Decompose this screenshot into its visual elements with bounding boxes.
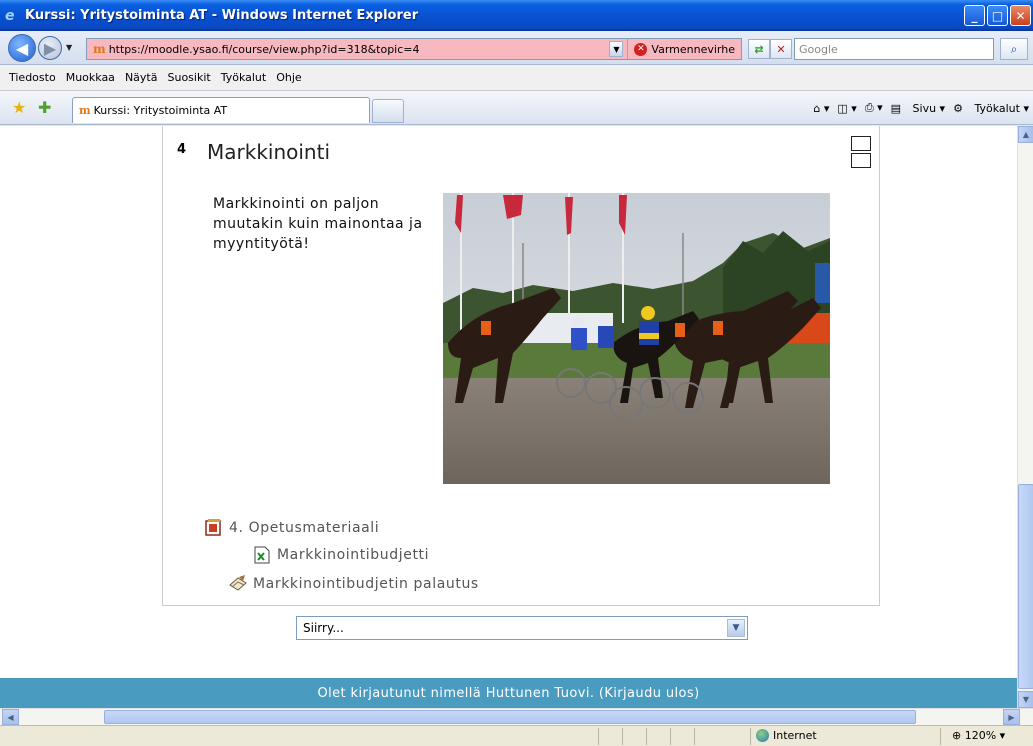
window-titlebar: e Kurssi: Yritystoiminta AT - Windows In…: [0, 0, 1033, 31]
status-divider: [670, 728, 671, 745]
back-button[interactable]: ◀: [8, 34, 36, 62]
status-divider: [646, 728, 647, 745]
refresh-icon: ⇄: [754, 42, 764, 56]
zoom-level: 120%: [964, 729, 997, 742]
ie-logo-icon: e: [5, 7, 15, 24]
zoom-control[interactable]: ⊕ 120% ▾: [952, 729, 1005, 742]
jump-to-select[interactable]: Siirry... ▼: [296, 616, 748, 640]
tab-label: Kurssi: Yritystoiminta AT: [93, 104, 228, 117]
minimize-button[interactable]: _: [964, 5, 985, 26]
search-icon: ⌕: [1010, 41, 1018, 56]
address-bar[interactable]: m https://moodle.ysao.fi/course/view.php…: [86, 38, 742, 60]
chevron-down-icon[interactable]: ▼: [727, 619, 745, 637]
harness-racing-photo: [443, 193, 830, 484]
page-viewport: 4 Markkinointi Markkinointi on paljon mu…: [0, 126, 1017, 708]
forward-arrow-icon: ▶: [43, 38, 57, 58]
new-tab-button[interactable]: [372, 99, 404, 123]
moodle-favicon-icon: m: [93, 42, 106, 56]
security-zone[interactable]: Internet: [756, 729, 817, 742]
minimize-icon: _: [971, 8, 978, 23]
login-info-footer: Olet kirjautunut nimellä Huttunen Tuovi.…: [0, 678, 1017, 708]
square-bottom-icon: [851, 153, 871, 168]
moodle-tab-favicon-icon: m: [79, 104, 91, 117]
add-favorite-icon[interactable]: ✚: [38, 98, 51, 117]
chevron-down-icon[interactable]: ▾: [1000, 729, 1006, 742]
square-top-icon: [851, 136, 871, 151]
status-divider: [940, 728, 941, 745]
search-button[interactable]: ⌕: [1000, 38, 1028, 60]
assignment-icon: [229, 575, 247, 591]
course-section: 4 Markkinointi Markkinointi on paljon mu…: [162, 126, 880, 606]
home-icon[interactable]: ⌂ ▾: [813, 102, 829, 115]
menu-item-tools[interactable]: Työkalut: [216, 71, 272, 84]
search-input[interactable]: Google: [794, 38, 994, 60]
presentation-icon: [205, 519, 221, 536]
section-summary: Markkinointi on paljon muutakin kuin mai…: [213, 196, 423, 252]
maximize-icon: □: [991, 8, 1004, 23]
print-icon[interactable]: ⎙ ▾: [865, 101, 883, 115]
favorites-star-icon[interactable]: ★: [12, 98, 26, 117]
scroll-up-icon[interactable]: ▲: [1018, 126, 1033, 143]
activity-label[interactable]: Markkinointibudjetin palautus: [253, 576, 479, 592]
address-dropdown-button[interactable]: ▼: [609, 41, 624, 57]
menu-item-view[interactable]: Näytä: [120, 71, 163, 84]
tools-menu[interactable]: ⚙ Työkalut ▾: [953, 102, 1029, 115]
close-button[interactable]: ✕: [1010, 5, 1031, 26]
forward-button[interactable]: ▶: [38, 36, 62, 60]
feeds-icon[interactable]: ◫ ▾: [837, 102, 856, 115]
activity-label[interactable]: 4. Opetusmateriaali: [229, 520, 379, 536]
menu-item-file[interactable]: Tiedosto: [4, 71, 61, 84]
spreadsheet-icon: [254, 546, 270, 564]
history-dropdown-icon[interactable]: ▼: [66, 43, 72, 52]
stop-button[interactable]: ✕: [770, 39, 792, 59]
window-title: Kurssi: Yritystoiminta AT - Windows Inte…: [25, 8, 419, 23]
section-number: 4: [177, 142, 187, 157]
refresh-button[interactable]: ⇄: [748, 39, 770, 59]
page-menu[interactable]: ▤ Sivu ▾: [891, 102, 945, 115]
status-divider: [598, 728, 599, 745]
certificate-error-icon: ✕: [634, 42, 648, 56]
certificate-error-button[interactable]: ✕ Varmennevirhe: [627, 39, 741, 59]
menu-item-favorites[interactable]: Suosikit: [162, 71, 215, 84]
horizontal-scroll-thumb[interactable]: [104, 710, 916, 724]
activity-resource[interactable]: Markkinointibudjetti: [253, 546, 429, 564]
globe-icon: [756, 729, 769, 742]
address-toolbar: ◀ ▶ ▼ m https://moodle.ysao.fi/course/vi…: [0, 31, 1033, 65]
jump-to-selected: Siirry...: [303, 621, 344, 635]
status-divider: [694, 728, 695, 745]
zone-label: Internet: [773, 729, 817, 742]
vertical-scrollbar[interactable]: ▲ ▼: [1017, 126, 1033, 708]
tab-bar: ★ ✚ m Kurssi: Yritystoiminta AT ⌂ ▾ ◫ ▾ …: [0, 91, 1033, 125]
show-all-sections-button[interactable]: [851, 136, 871, 168]
back-arrow-icon: ◀: [15, 38, 29, 58]
menu-item-edit[interactable]: Muokkaa: [61, 71, 120, 84]
menu-bar: Tiedosto Muokkaa Näytä Suosikit Työkalut…: [0, 65, 1033, 91]
horizontal-scrollbar[interactable]: ◀ ▶: [0, 708, 1033, 725]
command-bar: ⌂ ▾ ◫ ▾ ⎙ ▾ ▤ Sivu ▾ ⚙ Työkalut ▾: [805, 101, 1029, 115]
maximize-button[interactable]: □: [987, 5, 1008, 26]
scroll-right-icon[interactable]: ▶: [1003, 709, 1020, 725]
tools-menu-label: Työkalut: [974, 101, 1020, 115]
menu-item-help[interactable]: Ohje: [271, 71, 306, 84]
section-title: Markkinointi: [207, 140, 330, 164]
stop-icon: ✕: [776, 42, 786, 56]
scroll-down-icon[interactable]: ▼: [1018, 691, 1033, 708]
activity-label[interactable]: Markkinointibudjetti: [277, 547, 429, 563]
tab-active[interactable]: m Kurssi: Yritystoiminta AT: [72, 97, 370, 123]
status-bar: Internet ⊕ 120% ▾: [0, 725, 1033, 746]
status-divider: [750, 728, 751, 745]
page-menu-label: Sivu: [912, 101, 937, 115]
login-info-text[interactable]: Olet kirjautunut nimellä Huttunen Tuovi.…: [317, 686, 699, 701]
scroll-left-icon[interactable]: ◀: [2, 709, 19, 725]
activity-resource[interactable]: 4. Opetusmateriaali: [205, 519, 379, 537]
certificate-error-label: Varmennevirhe: [651, 42, 735, 56]
activity-assignment[interactable]: Markkinointibudjetin palautus: [229, 575, 479, 593]
address-url[interactable]: https://moodle.ysao.fi/course/view.php?i…: [109, 43, 610, 56]
close-icon: ✕: [1015, 8, 1026, 23]
zoom-icon: ⊕: [952, 729, 962, 742]
status-divider: [622, 728, 623, 745]
vertical-scroll-thumb[interactable]: [1018, 484, 1033, 689]
